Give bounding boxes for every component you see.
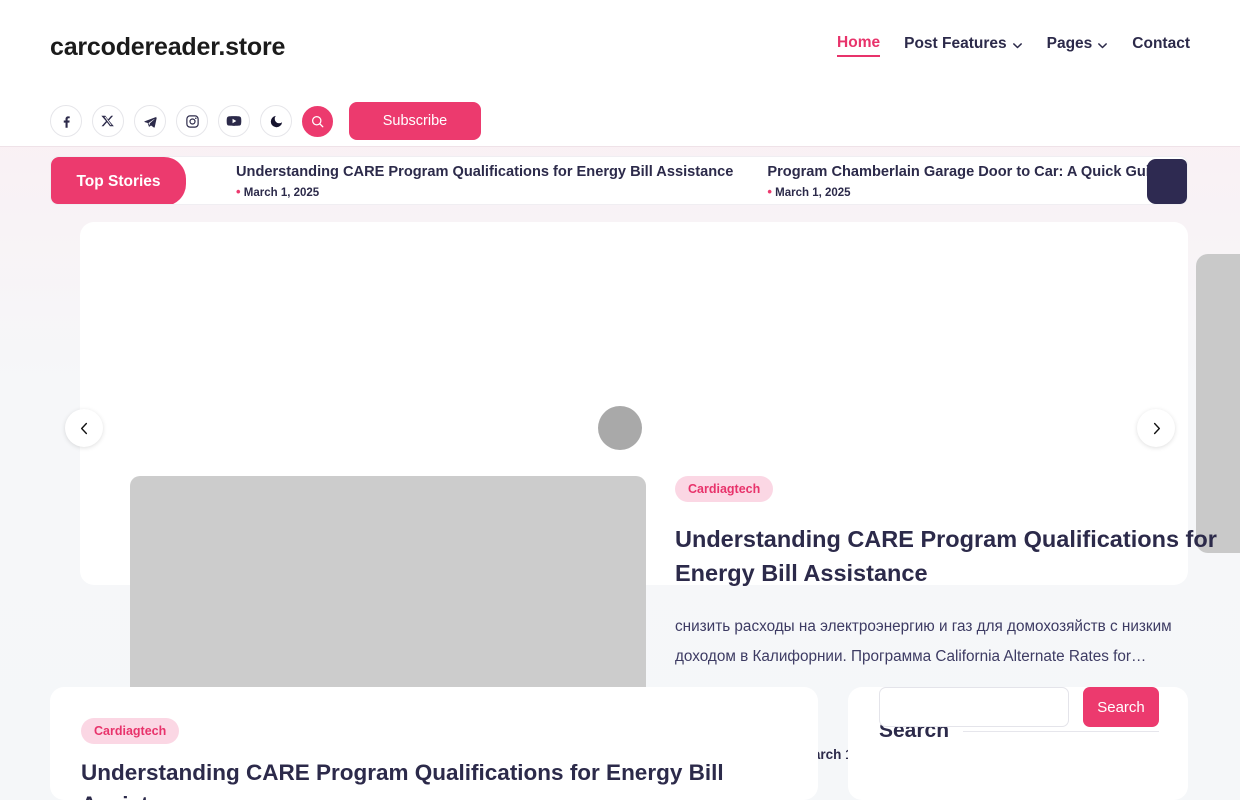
carousel-prev-button[interactable] [65, 409, 103, 447]
post-category-badge[interactable]: Cardiagtech [81, 718, 180, 744]
search-form: Search [879, 687, 1159, 727]
ticker-item[interactable]: Understanding CARE Program Qualification… [236, 164, 733, 199]
hero-category-badge[interactable]: Cardiagtech [675, 476, 774, 502]
top-stories-ticker: Top Stories Understanding CARE Program Q… [50, 156, 1188, 205]
nav-item-pages[interactable]: Pages [1047, 35, 1109, 56]
widget-divider [963, 730, 1159, 732]
chevron-down-icon [1012, 40, 1023, 51]
hero-carousel-slide: Cardiagtech Understanding CARE Program Q… [80, 222, 1217, 775]
moon-icon[interactable] [260, 105, 292, 137]
ticker-row: Understanding CARE Program Qualification… [236, 164, 1167, 199]
header-divider [0, 146, 1240, 147]
site-header: carcodereader.store Home Post Features P… [0, 0, 1240, 147]
nav-item-home[interactable]: Home [837, 34, 881, 57]
ticker-end-block [1147, 159, 1187, 204]
ticker-date-text: March 1, 2025 [775, 186, 851, 199]
hero-post-title[interactable]: Understanding CARE Program Qualification… [675, 522, 1220, 590]
ticker-item-title: Program Chamberlain Garage Door to Car: … [767, 164, 1167, 180]
nav-item-contact[interactable]: Contact [1132, 35, 1190, 56]
nav-label-contact: Contact [1132, 35, 1190, 52]
search-submit-button[interactable]: Search [1083, 687, 1159, 727]
search-input[interactable] [879, 687, 1069, 727]
hero-post-excerpt: снизить расходы на электроэнергию и газ … [675, 618, 1172, 665]
ticker-track: Understanding CARE Program Qualification… [186, 157, 1187, 205]
social-links-bar: Subscribe [50, 95, 481, 147]
subscribe-button[interactable]: Subscribe [349, 102, 481, 140]
telegram-icon[interactable] [134, 105, 166, 137]
bullet-dot-icon: • [236, 183, 241, 199]
ticker-item-title: Understanding the Hospital Care Assuranc… [236, 204, 660, 205]
ticker-item-title: Understanding CARE Program Qualification… [236, 164, 734, 180]
nav-label-home: Home [837, 34, 881, 51]
ticker-item[interactable]: Program Chamberlain Garage Door to Car: … [767, 164, 1167, 199]
carousel-next-button[interactable] [1137, 409, 1175, 447]
sidebar-search-widget: Search Search [848, 687, 1188, 800]
instagram-icon[interactable] [176, 105, 208, 137]
bullet-dot-icon: • [767, 183, 772, 199]
image-loading-spinner [598, 406, 642, 450]
main-navigation: Home Post Features Pages Contact [837, 34, 1190, 57]
nav-label-post-features: Post Features [904, 35, 1007, 52]
header-top-row: carcodereader.store Home Post Features P… [0, 0, 1240, 95]
ticker-item-date: • March 1, 2025 [236, 184, 733, 199]
site-title[interactable]: carcodereader.store [50, 33, 285, 62]
youtube-icon[interactable] [218, 105, 250, 137]
ticker-item-date: • March 1, 2025 [767, 184, 1167, 199]
post-item-title[interactable]: Understanding CARE Program Qualification… [81, 757, 791, 800]
ticker-row: Understanding the Hospital Care Assuranc… [236, 204, 660, 205]
post-list-item: Cardiagtech Understanding CARE Program Q… [50, 687, 818, 800]
top-stories-badge: Top Stories [51, 157, 186, 204]
facebook-icon[interactable] [50, 105, 82, 137]
nav-item-post-features[interactable]: Post Features [904, 35, 1023, 56]
search-icon[interactable] [302, 105, 333, 137]
x-twitter-icon[interactable] [92, 105, 124, 137]
ticker-date-text: March 1, 2025 [243, 186, 320, 199]
nav-label-pages: Pages [1046, 35, 1093, 52]
chevron-down-icon [1097, 40, 1108, 51]
ticker-item[interactable]: Understanding the Hospital Care Assuranc… [236, 204, 660, 205]
